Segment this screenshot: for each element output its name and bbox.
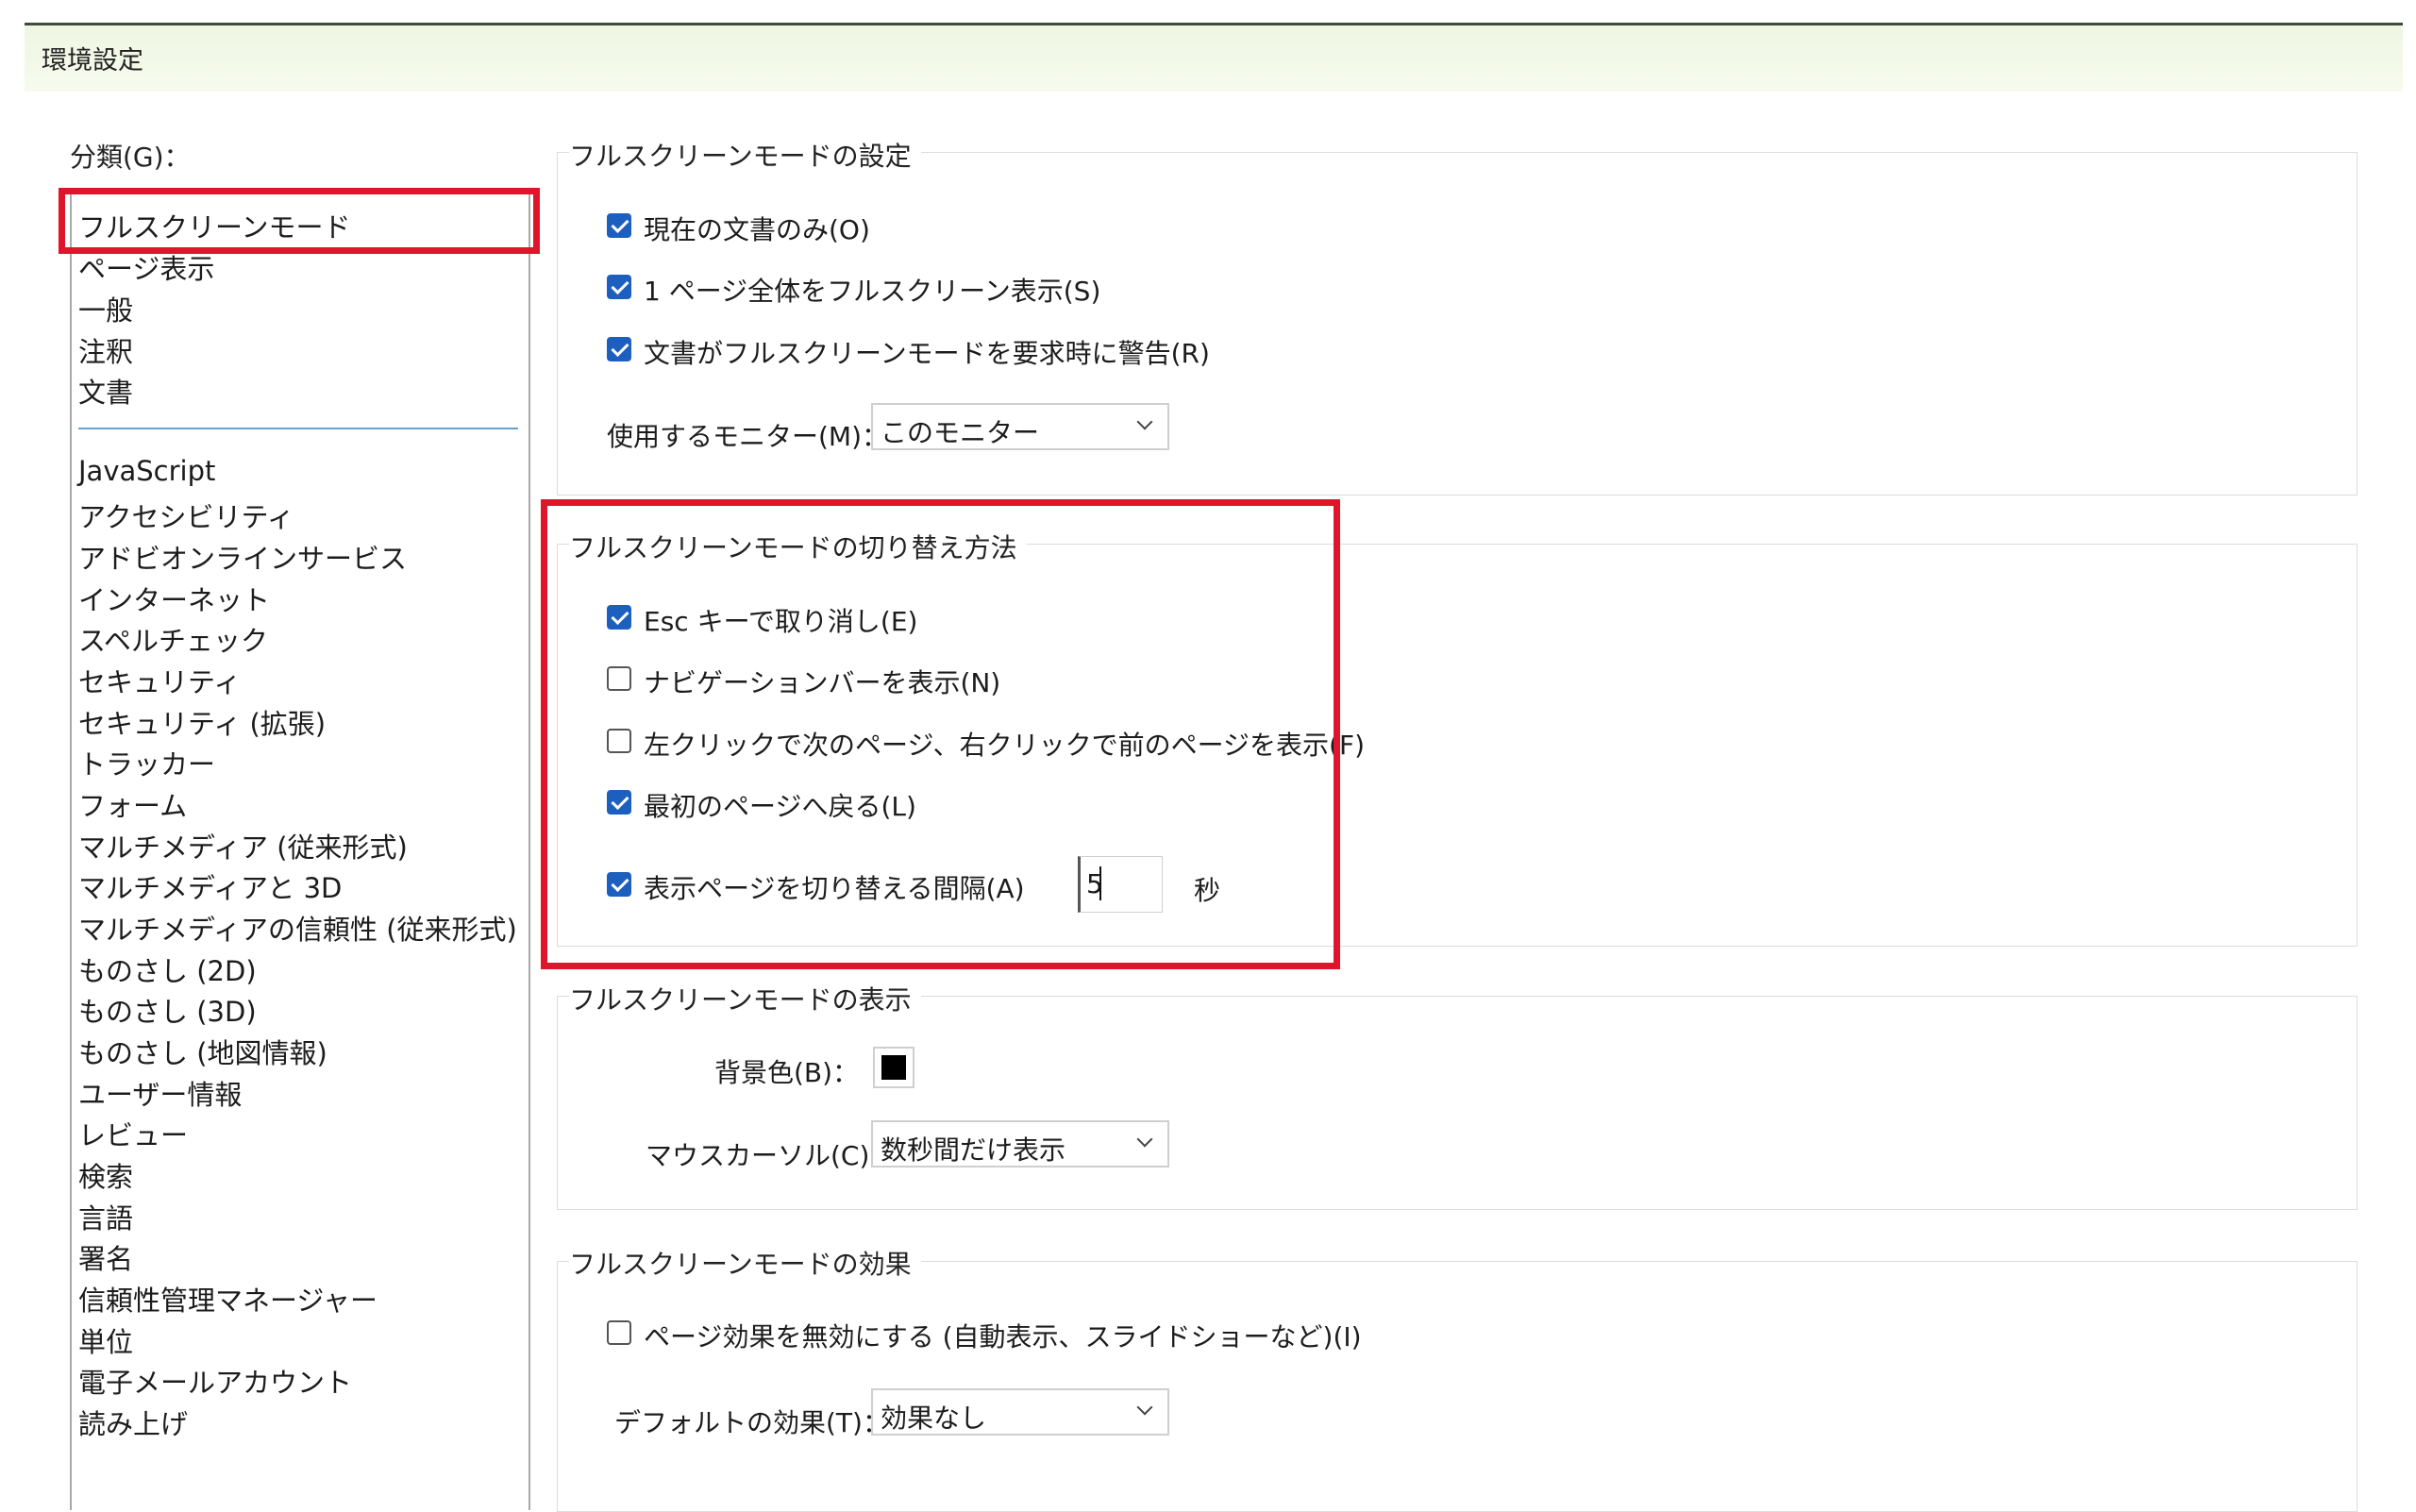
group-title-effects: フルスクリーンモードの効果 [569,1244,921,1282]
category-item-accessibility[interactable]: アクセシビリティ [78,496,294,535]
chevron-down-icon [1136,1131,1153,1148]
chevron-down-icon [1136,1399,1153,1416]
group-title-setup: フルスクリーンモードの設定 [569,136,921,174]
label-current-doc-only: 現在の文書のみ(O) [644,214,870,245]
category-item-measure-2d[interactable]: ものさし (2D) [78,949,257,989]
title-bar [25,25,2403,92]
group-fullscreen-appearance [557,996,2357,1210]
category-item-read-out-loud[interactable]: 読み上げ [78,1403,188,1442]
category-item-search[interactable]: 検索 [78,1155,133,1195]
category-item-multimedia-legacy[interactable]: マルチメディア (従来形式) [78,826,408,865]
category-separator [78,428,518,429]
category-item-multimedia-trust[interactable]: マルチメディアの信頼性 (従来形式) [78,908,517,948]
checkbox-fit-page[interactable] [607,275,631,299]
highlight-selected-category [59,188,540,254]
select-default-effect[interactable]: 効果なし [871,1388,1169,1436]
category-item-trust-manager[interactable]: 信頼性管理マネージャー [78,1279,378,1319]
background-color-swatch[interactable] [873,1047,914,1088]
category-item-email-accounts[interactable]: 電子メールアカウント [78,1361,352,1401]
chevron-down-icon [1136,413,1153,430]
checkbox-current-doc-only[interactable] [607,213,631,238]
color-swatch-fill [881,1055,906,1080]
category-item-security-enhanced[interactable]: セキュリティ (拡張) [78,702,326,742]
label-background-color: 背景色(B)： [714,1057,860,1088]
checkbox-warn[interactable] [607,337,631,361]
category-item-general[interactable]: 一般 [78,289,133,328]
select-mouse-cursor-value: 数秒間だけ表示 [881,1134,1066,1166]
label-warn: 文書がフルスクリーンモードを要求時に警告(R) [644,338,1210,369]
highlight-switching-group [541,499,1340,969]
category-item-measure-3d[interactable]: ものさし (3D) [78,990,257,1030]
category-item-comments[interactable]: 注釈 [78,330,133,370]
label-mouse-cursor: マウスカーソル(C)： [646,1140,897,1171]
category-item-forms[interactable]: フォーム [78,784,187,824]
category-item-security[interactable]: セキュリティ [78,661,241,700]
checkbox-ignore-effects[interactable] [607,1320,631,1345]
category-item-documents[interactable]: 文書 [78,371,133,411]
label-default-effect: デフォルトの効果(T)： [614,1407,889,1438]
category-item-spelling[interactable]: スペルチェック [78,619,268,659]
label-monitor: 使用するモニター(M)： [607,421,889,452]
label-ignore-effects: ページ効果を無効にする (自動表示、スライドショーなど)(I) [644,1321,1362,1352]
window-title: 環境設定 [42,46,143,76]
category-item-identity[interactable]: ユーザー情報 [78,1073,242,1113]
category-item-multimedia-3d[interactable]: マルチメディアと 3D [78,866,342,906]
category-item-language[interactable]: 言語 [78,1197,133,1236]
select-mouse-cursor[interactable]: 数秒間だけ表示 [871,1120,1169,1168]
category-item-units[interactable]: 単位 [78,1320,133,1360]
category-item-adobe-online[interactable]: アドビオンラインサービス [78,537,407,577]
select-default-effect-value: 効果なし [881,1403,987,1434]
category-item-measure-geo[interactable]: ものさし (地図情報) [78,1032,327,1071]
group-title-appearance: フルスクリーンモードの表示 [569,980,921,1017]
select-monitor-value: このモニター [881,417,1040,448]
category-item-signatures[interactable]: 署名 [78,1237,133,1277]
category-item-javascript[interactable]: JavaScript [78,455,215,487]
category-label: 分類(G)： [70,142,191,173]
category-item-tracker[interactable]: トラッカー [78,743,215,782]
label-fit-page: 1 ページ全体をフルスクリーン表示(S) [644,276,1101,307]
group-fullscreen-effects [557,1261,2357,1512]
select-monitor[interactable]: このモニター [871,403,1169,450]
category-item-internet[interactable]: インターネット [78,579,270,618]
category-item-review[interactable]: レビュー [78,1114,188,1153]
